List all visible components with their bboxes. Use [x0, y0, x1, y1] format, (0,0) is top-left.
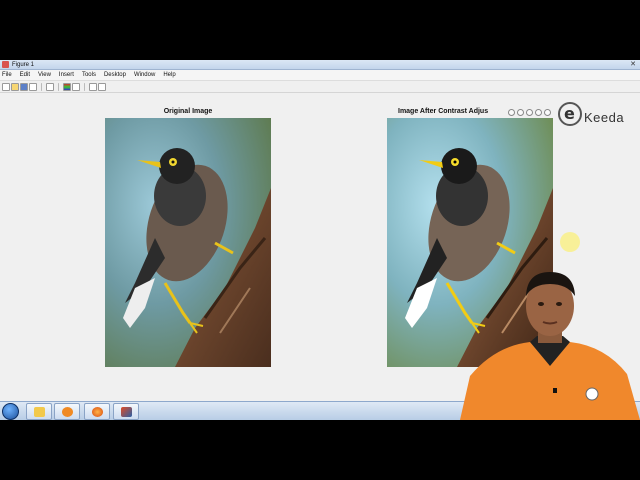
plot-tools-icon[interactable] [98, 82, 106, 91]
file-explorer-task[interactable] [26, 403, 52, 420]
right-axes-title: Image After Contrast Adjus [398, 108, 489, 115]
play-icon [62, 407, 73, 417]
menu-window[interactable]: Window [134, 70, 155, 81]
start-button[interactable] [2, 403, 19, 420]
figure-toolbar [0, 81, 640, 93]
new-figure-icon[interactable] [2, 82, 10, 91]
bird-photo-original [105, 118, 271, 367]
ekeeda-logo: e Keeda [558, 102, 628, 128]
pointer-icon[interactable] [89, 82, 97, 91]
menu-help[interactable]: Help [163, 70, 175, 81]
presenter [455, 266, 640, 420]
home-icon[interactable] [544, 109, 551, 116]
firefox-icon [92, 407, 103, 417]
open-file-icon[interactable] [11, 82, 19, 91]
pan-icon[interactable] [517, 109, 524, 116]
menu-desktop[interactable]: Desktop [104, 70, 126, 81]
menu-bar: File Edit View Insert Tools Desktop Wind… [0, 70, 640, 81]
save-icon[interactable] [20, 82, 28, 91]
presenter-figure [460, 272, 640, 420]
print-icon[interactable] [29, 82, 37, 91]
matlab-task[interactable] [113, 403, 139, 420]
matlab-icon [121, 407, 132, 417]
logo-letter: e [564, 104, 575, 123]
zoom-in-icon[interactable] [526, 109, 533, 116]
brush-icon[interactable] [508, 109, 515, 116]
insert-colorbar-icon[interactable] [63, 82, 71, 91]
menu-tools[interactable]: Tools [82, 70, 96, 81]
insert-legend-icon[interactable] [72, 82, 80, 91]
zoom-out-icon[interactable] [535, 109, 542, 116]
left-axes-title: Original Image [163, 108, 213, 115]
original-image [105, 118, 271, 367]
title-bar: Figure 1 ✕ [0, 60, 640, 70]
menu-edit[interactable]: Edit [20, 70, 30, 81]
matlab-app-icon [2, 61, 9, 68]
folder-icon [34, 407, 45, 417]
firefox-task[interactable] [84, 403, 110, 420]
media-player-task[interactable] [54, 403, 80, 420]
toolbar-separator [41, 82, 42, 91]
toolbar-separator [58, 82, 59, 91]
video-frame: Figure 1 ✕ File Edit View Insert Tools D… [0, 0, 640, 480]
menu-insert[interactable]: Insert [59, 70, 74, 81]
close-icon[interactable]: ✕ [630, 60, 636, 70]
toolbar-separator [84, 82, 85, 91]
link-icon[interactable] [46, 82, 54, 91]
menu-file[interactable]: File [2, 70, 12, 81]
window-title: Figure 1 [12, 62, 35, 68]
axes-toolbar [508, 109, 551, 116]
cursor-highlight [560, 232, 580, 252]
menu-view[interactable]: View [38, 70, 51, 81]
logo-wordmark: Keeda [584, 110, 625, 125]
